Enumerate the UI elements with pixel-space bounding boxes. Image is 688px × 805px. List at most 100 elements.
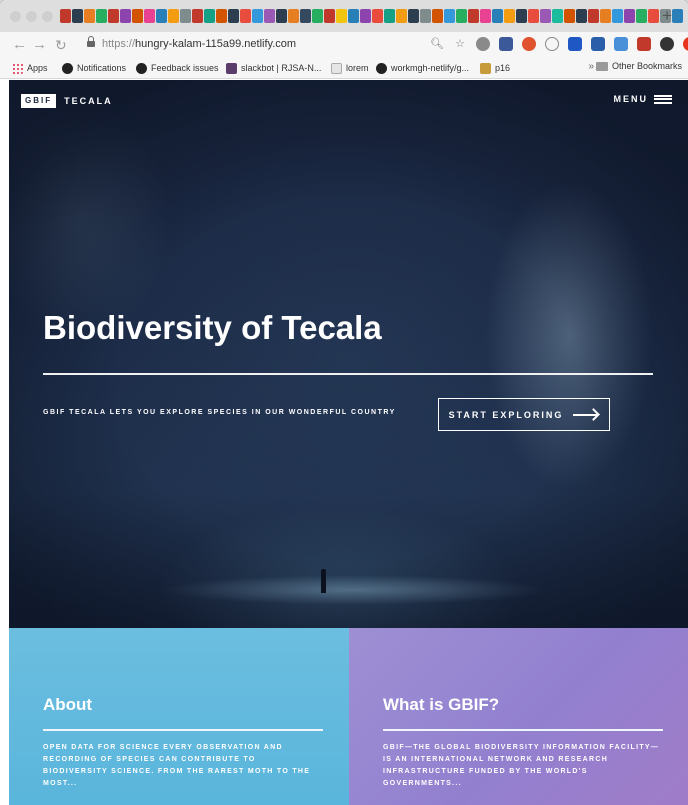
extension-icon[interactable] [545,37,559,51]
browser-window: + ← → ↻ https://hungry-kalam-115a99.netl… [0,0,688,805]
maximize-window-button[interactable] [42,11,53,22]
extension-icon[interactable] [683,37,688,51]
tab-favicon-icon[interactable] [312,9,323,23]
about-divider [43,729,323,731]
tab-favicon-icon[interactable] [180,9,191,23]
menu-button[interactable]: MENU [614,94,672,104]
bookmark-other-folder[interactable]: Other Bookmarks [595,61,682,71]
tab-favicon-icon[interactable] [96,9,107,23]
forward-arrow-icon[interactable]: → [32,36,47,54]
apps-grid-icon [12,62,23,74]
tab-favicon-icon[interactable] [528,9,539,23]
tab-favicon-icon[interactable] [168,9,179,23]
tab-favicon-icon[interactable] [60,9,71,23]
zoom-icon[interactable]: 🔍︎ [430,37,444,51]
page-icon [331,62,342,74]
bookmark-p16[interactable]: p16 [480,61,510,75]
extension-icon[interactable] [591,37,605,51]
tab-favicon-icon[interactable] [360,9,371,23]
extension-icon[interactable] [568,37,582,51]
gbif-divider [383,729,663,731]
tab-favicon-icon[interactable] [516,9,527,23]
tab-favicon-icon[interactable] [264,9,275,23]
back-arrow-icon[interactable]: ← [12,36,27,54]
right-arrow-icon [573,410,599,420]
tab-favicon-icon[interactable] [156,9,167,23]
extension-icons: 🔍︎ ☆ [430,37,688,51]
tab-favicon-icon[interactable] [480,9,491,23]
tab-favicon-icon[interactable] [444,9,455,23]
extension-icon[interactable] [614,37,628,51]
tab-favicon-icon[interactable] [372,9,383,23]
tab-favicon-icon[interactable] [348,9,359,23]
tab-favicon-icon[interactable] [396,9,407,23]
tab-favicon-icon[interactable] [216,9,227,23]
tab-favicon-icon[interactable] [504,9,515,23]
extension-icon[interactable] [476,37,490,51]
bookmark-feedback-issues[interactable]: Feedback issues [136,61,219,75]
lock-icon[interactable] [87,36,95,48]
tab-favicon-icon[interactable] [564,9,575,23]
tab-favicon-icon[interactable] [108,9,119,23]
tab-favicon-icon[interactable] [288,9,299,23]
hero-background-vignette [9,80,688,628]
bookmark-workmgh[interactable]: workmgh-netlify/g... [376,61,469,75]
tab-favicon-icon[interactable] [324,9,335,23]
tab-favicon-icon[interactable] [72,9,83,23]
address-bar[interactable]: https://hungry-kalam-115a99.netlify.com [102,37,296,52]
bookmark-lorem[interactable]: lorem [331,61,369,75]
tab-favicon-icon[interactable] [432,9,443,23]
extension-icon[interactable] [637,37,651,51]
tab-favicon-icon[interactable] [408,9,419,23]
tab-favicon-icon[interactable] [624,9,635,23]
tab-favicon-icon[interactable] [576,9,587,23]
tab-favicon-icon[interactable] [336,9,347,23]
new-tab-button[interactable]: + [662,6,672,26]
bookmark-apps[interactable]: Apps [12,61,48,75]
tab-favicon-icon[interactable] [240,9,251,23]
tab-favicon-icon[interactable] [192,9,203,23]
bookmark-notifications[interactable]: Notifications [62,61,126,75]
logo-name: TECALA [64,96,113,106]
tab-favicon-icon[interactable] [456,9,467,23]
tab-favicon-icon[interactable] [540,9,551,23]
tab-favicon-icon[interactable] [144,9,155,23]
tab-favicon-icon[interactable] [84,9,95,23]
site-logo[interactable]: GBIF TECALA [21,94,113,108]
close-window-button[interactable] [10,11,21,22]
tab-favicon-icon[interactable] [636,9,647,23]
hamburger-icon [654,94,672,104]
tab-favicon-icon[interactable] [552,9,563,23]
tab-favicon-icon[interactable] [492,9,503,23]
tab-favicons[interactable] [60,8,683,24]
logo-box: GBIF [21,94,57,108]
tab-favicon-icon[interactable] [588,9,599,23]
tab-favicon-icon[interactable] [420,9,431,23]
tab-favicon-icon[interactable] [228,9,239,23]
extension-icon[interactable] [499,37,513,51]
reload-icon[interactable]: ↻ [55,36,67,54]
extension-icon[interactable] [660,37,674,51]
hero-tagline: GBIF TECALA LETS YOU EXPLORE SPECIES IN … [43,409,396,416]
tab-favicon-icon[interactable] [468,9,479,23]
tab-favicon-icon[interactable] [276,9,287,23]
what-is-gbif-card[interactable]: What is GBIF? GBIF—THE GLOBAL BIODIVERSI… [349,628,688,805]
start-exploring-button[interactable]: START EXPLORING [438,398,610,431]
tab-favicon-icon[interactable] [612,9,623,23]
extension-icon[interactable] [522,37,536,51]
tab-favicon-icon[interactable] [204,9,215,23]
minimize-window-button[interactable] [26,11,37,22]
bookmark-slackbot[interactable]: slackbot | RJSA-N... [226,61,321,75]
tab-favicon-icon[interactable] [120,9,131,23]
tab-favicon-icon[interactable] [672,9,683,23]
tab-favicon-icon[interactable] [252,9,263,23]
folder-icon [595,61,608,71]
tab-favicon-icon[interactable] [300,9,311,23]
star-bookmark-icon[interactable]: ☆ [453,37,467,51]
about-card[interactable]: About OPEN DATA FOR SCIENCE EVERY OBSERV… [9,628,349,805]
tab-favicon-icon[interactable] [648,9,659,23]
tab-favicon-icon[interactable] [132,9,143,23]
tab-favicon-icon[interactable] [600,9,611,23]
tab-favicon-icon[interactable] [384,9,395,23]
more-bookmarks-chevron[interactable]: » [588,61,594,72]
